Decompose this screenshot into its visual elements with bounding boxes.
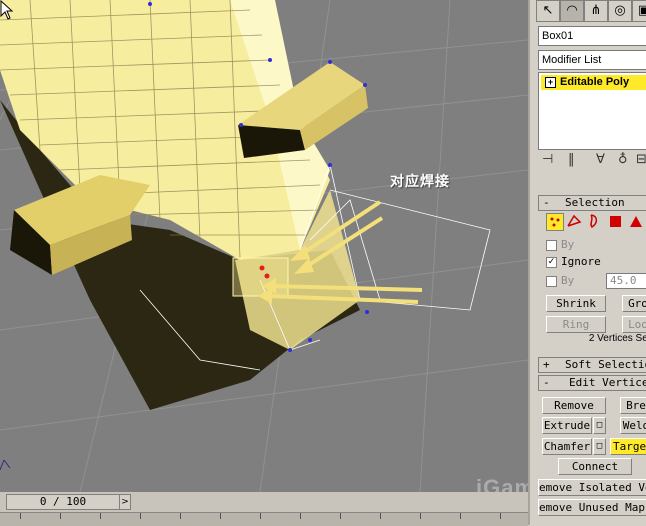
by-angle-label: By [561,274,575,287]
object-name-field[interactable]: Box01 [538,26,646,46]
hierarchy-tab-icon[interactable]: ⋔ [584,0,608,22]
selection-rollout-header[interactable]: - Selection [538,195,646,211]
extrude-button[interactable]: Extrude [542,417,592,434]
rollout-title: Soft Selection [565,358,646,371]
chamfer-button[interactable]: Chamfer [542,438,592,455]
collapse-sign: - [543,376,550,389]
break-button[interactable]: Bre [620,397,646,414]
rollout-title: Selection [565,196,625,209]
make-unique-icon[interactable]: ∀ [596,152,605,167]
selection-status: 2 Vertices Sel [588,333,646,344]
remove-unused-map-verts-button[interactable]: emove Unused Map [538,499,646,516]
command-panel: ↖ ◠ ⋔ ◎ ▣ Box01 Modifier List + Editable … [528,0,646,525]
mouse-cursor-icon [0,0,14,20]
border-subobject-icon[interactable] [586,213,602,229]
annotation-label: 对应焊接 [390,174,450,190]
time-slider[interactable]: 0 / 100 [6,494,120,510]
scene-render[interactable] [0,0,528,492]
shrink-button[interactable]: Shrink [546,295,606,312]
watermark-logo: iGamer [476,475,528,492]
create-tab-icon[interactable]: ↖ [536,0,560,22]
chamfer-settings-icon[interactable]: □ [593,438,606,455]
stack-toolbar: ⊣ ‖ ∀ ♁ ⊟ [538,152,646,170]
polygon-subobject-icon[interactable] [608,213,624,229]
connect-button[interactable]: Connect [558,458,632,475]
track-bar[interactable] [0,512,528,526]
loop-button[interactable]: Loo [622,316,646,333]
ignore-backfacing-checkbox[interactable]: ✓ [546,257,557,268]
target-weld-button[interactable]: Target [610,438,646,455]
element-subobject-icon[interactable] [628,213,644,229]
soft-selection-rollout-header[interactable]: + Soft Selection [538,357,646,373]
weld-button[interactable]: Weld [620,417,646,434]
remove-isolated-vertices-button[interactable]: emove Isolated Ve [538,479,646,496]
modify-tab-icon[interactable]: ◠ [560,0,584,22]
configure-sets-icon[interactable]: ⊟ [636,152,646,167]
stack-item-label: Editable Poly [560,76,630,88]
stack-item-editable-poly[interactable]: + Editable Poly [541,75,646,90]
ring-button[interactable]: Ring [546,316,606,333]
by-vertex-label: By [561,238,575,251]
vertex-subobject-icon[interactable] [546,213,564,231]
expand-icon[interactable]: + [545,77,556,88]
grow-button[interactable]: Gro [622,295,646,312]
motion-tab-icon[interactable]: ◎ [608,0,632,22]
modifier-stack: + Editable Poly [538,72,646,150]
pin-stack-icon[interactable]: ⊣ [542,152,553,167]
edge-subobject-icon[interactable] [566,213,582,229]
vertex-selection-region[interactable] [232,257,289,297]
remove-button[interactable]: Remove [542,397,606,414]
extrude-settings-icon[interactable]: □ [593,417,606,434]
by-vertex-checkbox[interactable] [546,240,557,251]
rollout-title: Edit Vertices [569,376,646,389]
ignore-backfacing-label: Ignore [561,255,601,268]
next-frame-button[interactable]: > [119,494,131,510]
collapse-sign: - [543,196,550,209]
display-tab-icon[interactable]: ▣ [632,0,646,22]
edit-vertices-rollout-header[interactable]: - Edit Vertices [538,375,646,391]
show-end-result-icon[interactable]: ‖ [568,152,575,167]
modifier-list-dropdown[interactable]: Modifier List [538,50,646,70]
remove-modifier-icon[interactable]: ♁ [618,152,628,167]
expand-sign: + [543,358,550,371]
angle-input[interactable]: 45.0 [606,273,646,289]
by-angle-checkbox[interactable] [546,276,557,287]
viewport-perspective[interactable]: 对应焊接 iGamer [0,0,528,492]
axis-tripod [0,459,11,471]
